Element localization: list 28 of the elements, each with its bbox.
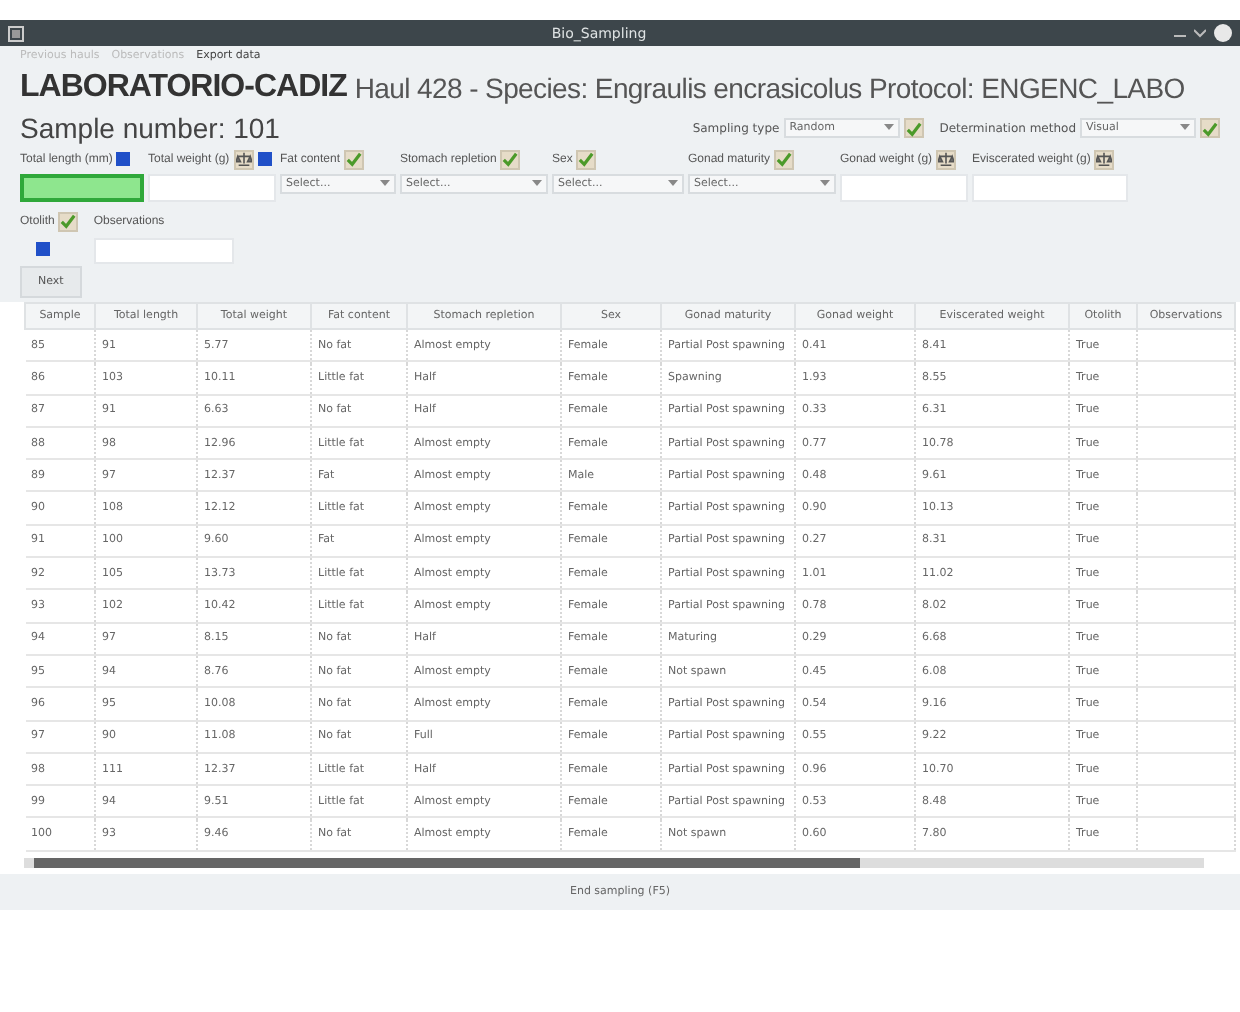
app-icon (8, 25, 24, 41)
confirm-button[interactable] (1200, 118, 1220, 138)
caret-icon (380, 180, 390, 188)
confirm-button[interactable] (774, 149, 795, 169)
scale-button[interactable] (1094, 149, 1115, 169)
checkbox[interactable] (36, 242, 50, 256)
scale-button[interactable] (936, 149, 957, 169)
checkbox[interactable] (116, 152, 131, 166)
sample-number: Sample number: 101 (20, 112, 282, 144)
lab-name: LABORATORIO-CADIZ (20, 70, 347, 106)
caret-icon (668, 180, 678, 188)
input-field[interactable] (20, 174, 144, 202)
close-icon[interactable] (1214, 24, 1232, 42)
caret-icon (1180, 124, 1190, 132)
scale-button[interactable] (233, 149, 254, 169)
confirm-button[interactable] (576, 149, 597, 169)
horizontal-scrollbar[interactable] (24, 857, 1204, 868)
checkbox[interactable] (257, 152, 272, 166)
confirm-button[interactable] (344, 149, 365, 169)
confirm-button[interactable] (500, 149, 521, 169)
confirm-button[interactable] (58, 211, 79, 231)
maximize-icon[interactable] (1194, 27, 1206, 39)
caret-icon (820, 180, 830, 188)
haul-details: Haul 428 - Species: Engraulis encrasicolus Protocol: ENGENC_LABO (354, 72, 1185, 104)
caret-icon (532, 180, 542, 188)
observations-field[interactable] (93, 238, 234, 264)
confirm-button[interactable] (903, 118, 924, 138)
caret-icon (883, 124, 894, 132)
